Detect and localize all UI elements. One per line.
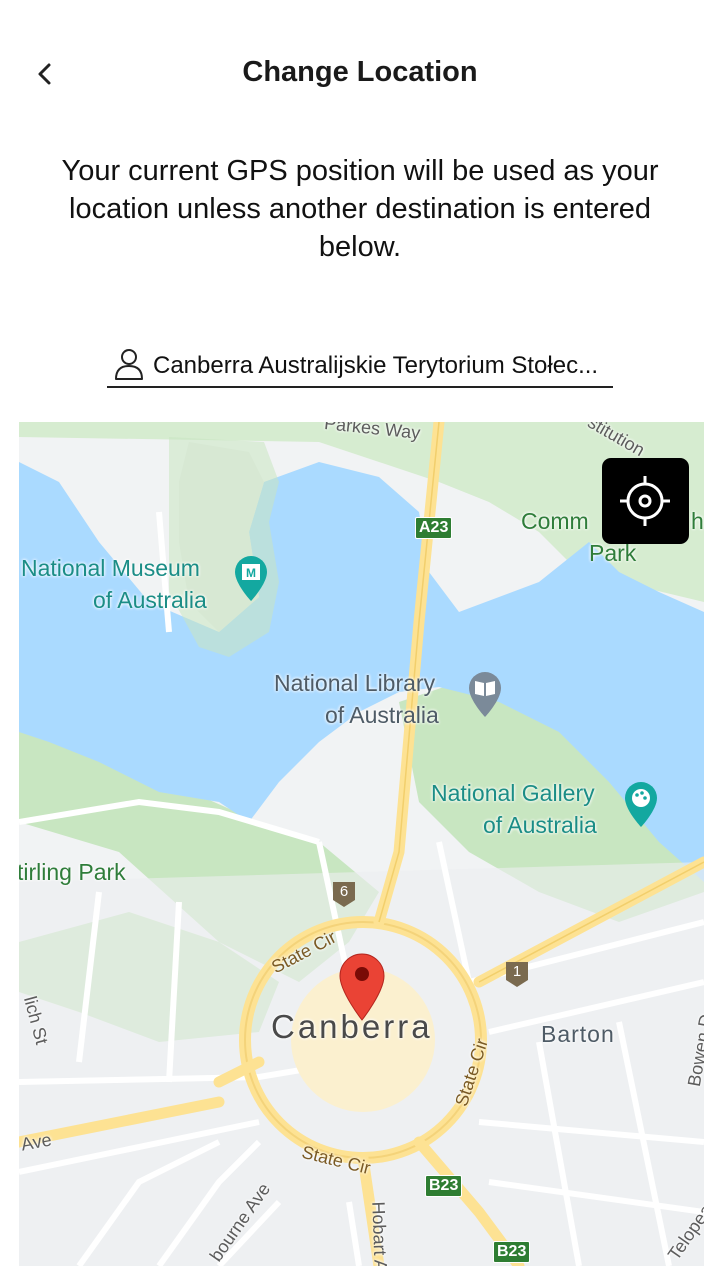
library-icon — [469, 672, 501, 717]
commonwealth-park-label-1: Comm — [521, 508, 589, 534]
person-icon — [115, 349, 143, 380]
a23-shield: A23 — [415, 517, 453, 539]
route-marker-6: 6 — [331, 880, 357, 908]
svg-text:M: M — [246, 566, 256, 580]
info-text: Your current GPS position will be used a… — [61, 155, 659, 263]
national-museum-label-1: National Museum — [21, 555, 200, 581]
header: Change Location — [0, 0, 720, 150]
map-pin-icon — [339, 953, 385, 1021]
national-library-label-2: of Australia — [325, 702, 439, 728]
map[interactable]: Parkes Way stitution Comm h Park Nationa… — [19, 422, 704, 1266]
gallery-icon — [625, 782, 657, 827]
route-marker-6-label: 6 — [339, 883, 349, 900]
location-input[interactable]: Canberra Australijskie Terytorium Stołec… — [107, 344, 613, 388]
page-title: Change Location — [242, 56, 478, 88]
crosshair-icon — [620, 476, 670, 526]
b23-shield-2: B23 — [493, 1241, 531, 1263]
commonwealth-park-label-1-tail: h — [691, 508, 704, 534]
national-museum-label-2: of Australia — [93, 587, 207, 613]
route-marker-1: 1 — [504, 960, 530, 988]
national-gallery-label-2: of Australia — [483, 812, 597, 838]
stirling-park-label: tirling Park — [19, 859, 126, 885]
museum-icon: M — [235, 556, 267, 601]
national-gallery-label-1: National Gallery — [431, 780, 595, 806]
barton-label: Barton — [541, 1021, 615, 1047]
location-value: Canberra Australijskie Terytorium Stołec… — [153, 352, 599, 379]
national-library-label-1: National Library — [274, 670, 436, 696]
route-marker-1-label: 1 — [512, 963, 522, 980]
gps-locate-button[interactable] — [602, 458, 689, 544]
hobart-ave-label: Hobart A — [368, 1201, 391, 1266]
b23-shield-1: B23 — [425, 1175, 463, 1197]
